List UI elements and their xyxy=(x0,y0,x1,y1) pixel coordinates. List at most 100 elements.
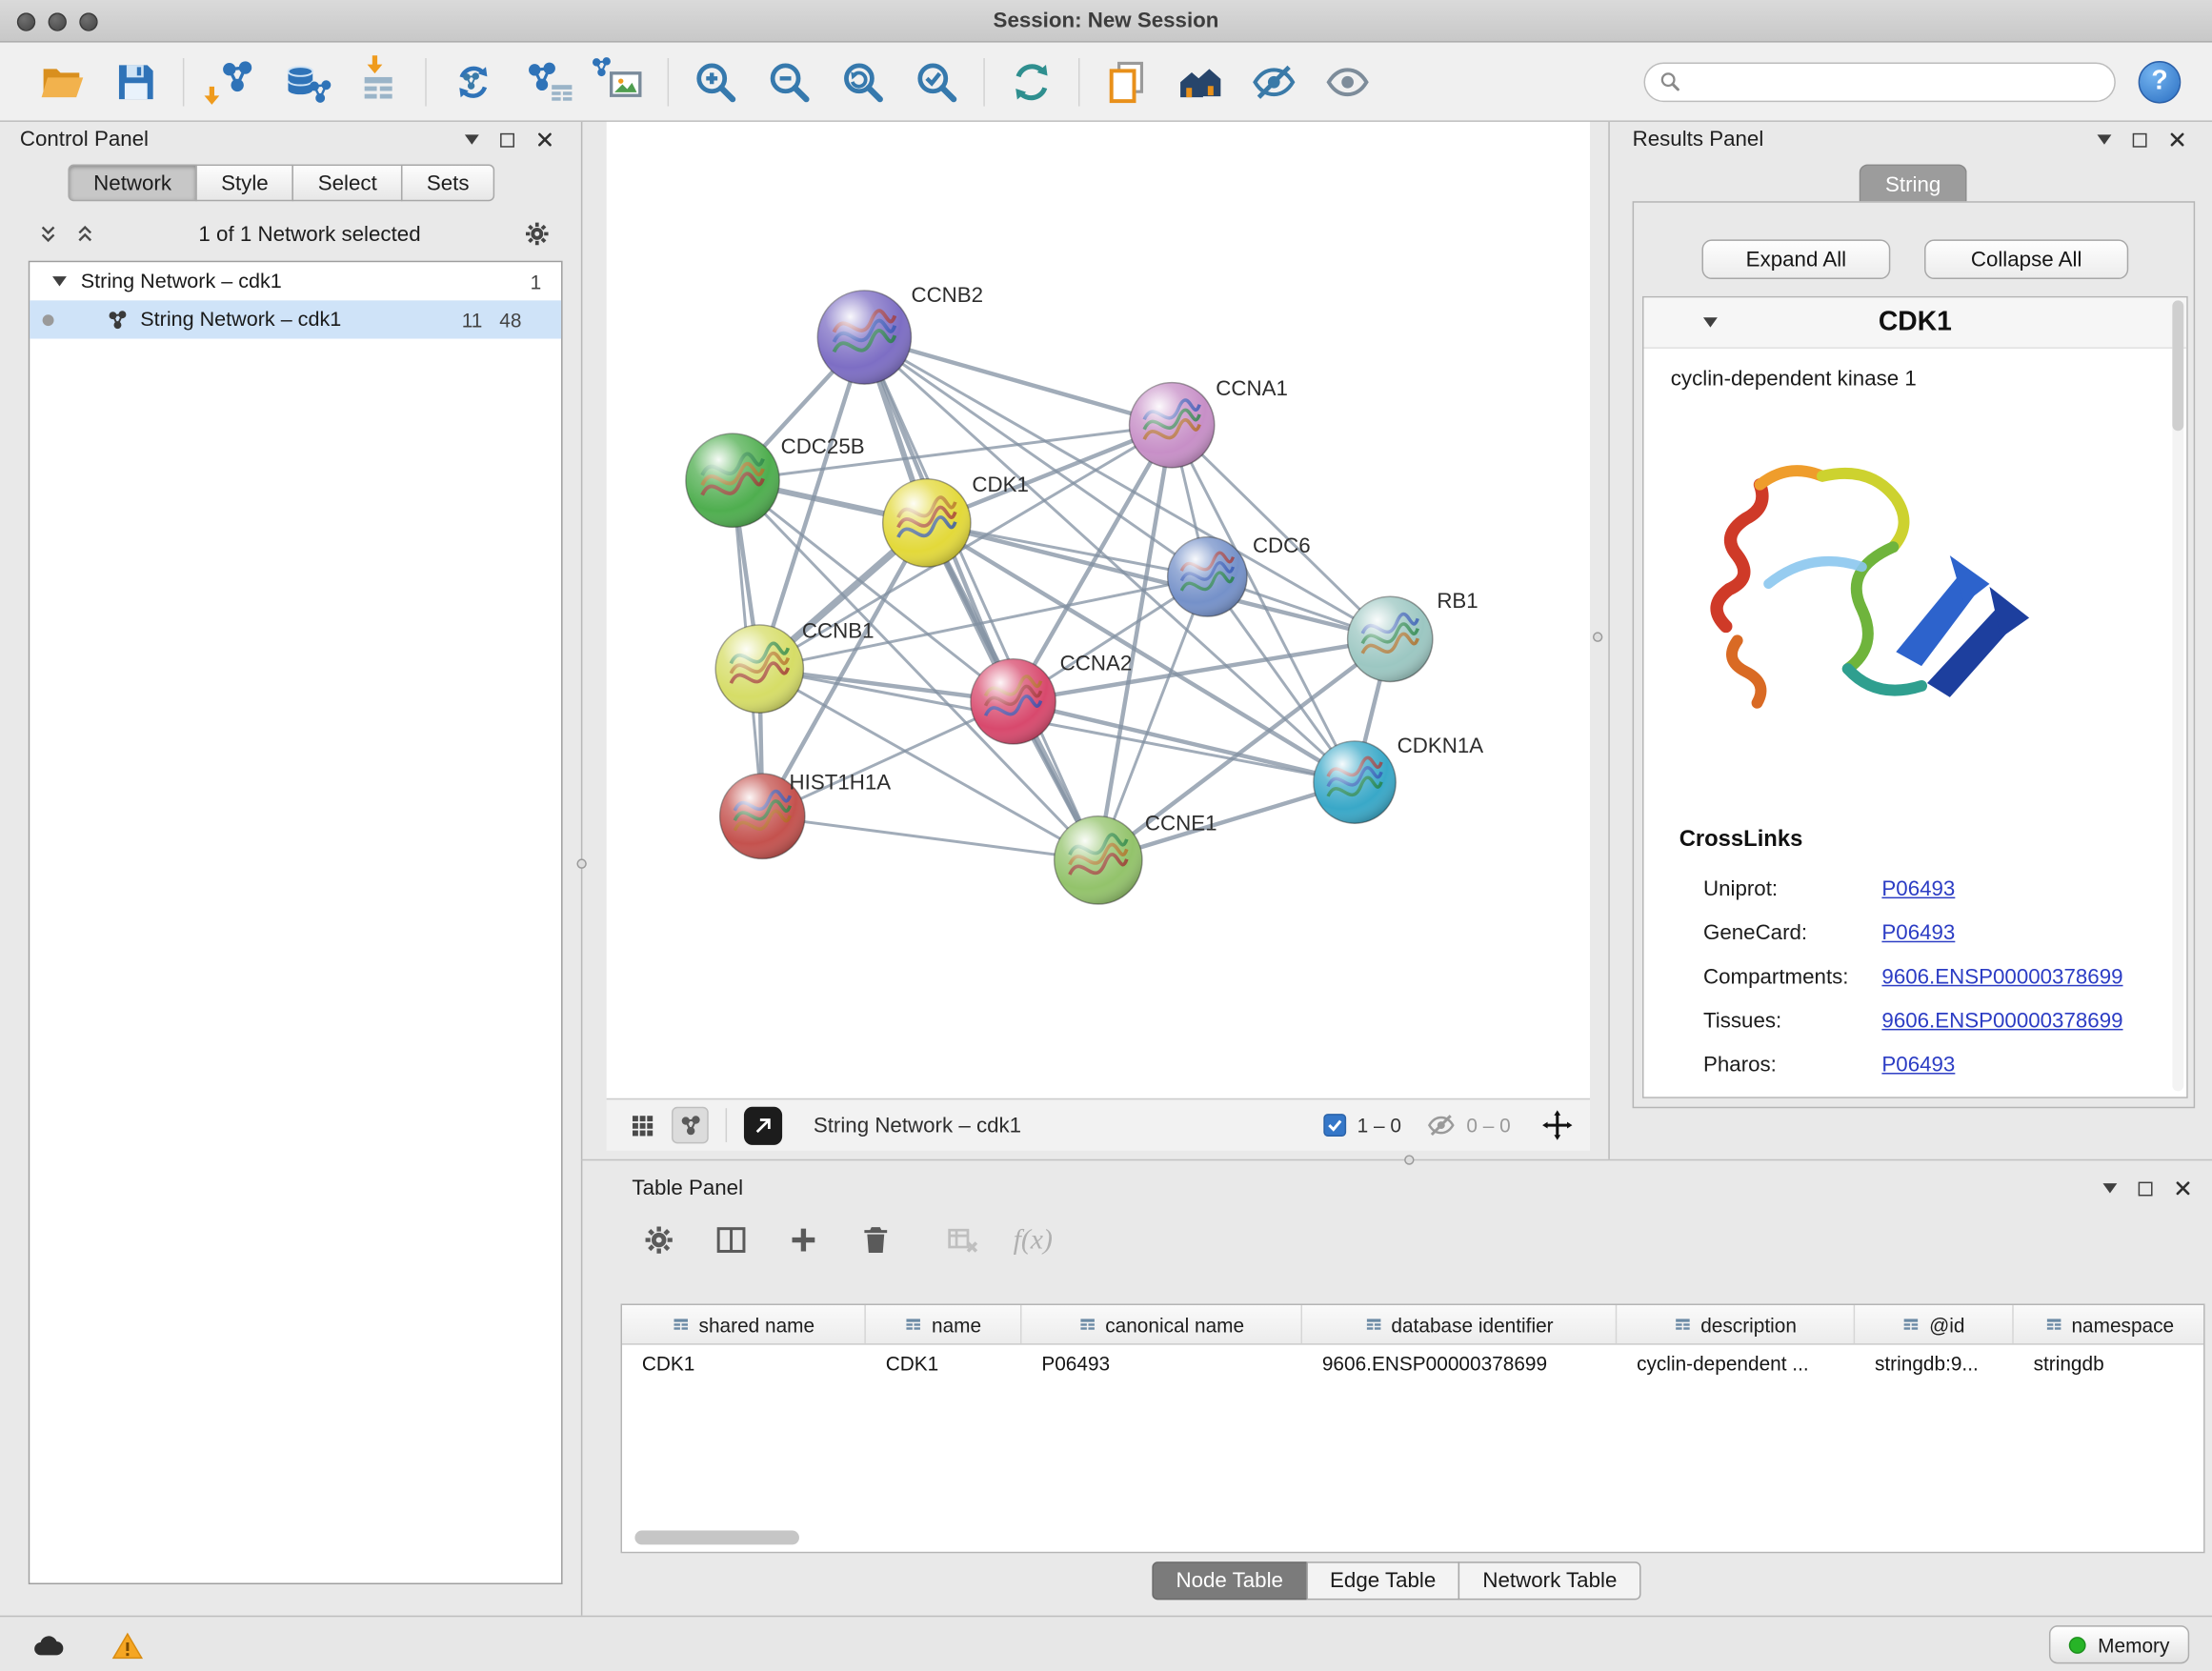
open-session-button[interactable] xyxy=(26,49,99,113)
collapse-all-networks-icon[interactable] xyxy=(37,223,60,246)
right-splitter[interactable] xyxy=(1608,122,1609,1159)
network-node-CDK1[interactable] xyxy=(883,479,971,567)
tab-sets[interactable]: Sets xyxy=(401,165,494,202)
expand-all-networks-icon[interactable] xyxy=(73,223,96,246)
control-panel-maximize-button[interactable] xyxy=(500,132,514,147)
table-options-gear-icon[interactable] xyxy=(637,1218,680,1261)
table-horizontal-scrollbar[interactable] xyxy=(634,1531,799,1545)
table-cell[interactable]: 9606.ENSP00000378699 xyxy=(1302,1345,1617,1382)
crosslink-value-link[interactable]: P06493 xyxy=(1881,877,1955,901)
network-node-CDC6[interactable] xyxy=(1168,537,1247,616)
column-header-@id[interactable]: @id xyxy=(1855,1305,2014,1343)
network-edge-HIST1H1A-CCNE1[interactable] xyxy=(762,816,1098,860)
expand-all-button[interactable]: Expand All xyxy=(1701,239,1890,279)
network-node-CCNB1[interactable] xyxy=(715,625,803,713)
table-panel-float-button[interactable] xyxy=(2102,1183,2117,1193)
column-header-namespace[interactable]: namespace xyxy=(2014,1305,2205,1343)
network-image-button[interactable] xyxy=(584,49,657,113)
copy-document-button[interactable] xyxy=(1090,49,1163,113)
network-collection-row[interactable]: String Network – cdk1 1 xyxy=(30,262,561,300)
tab-select[interactable]: Select xyxy=(292,165,403,202)
network-edge-CDK1-RB1[interactable] xyxy=(927,523,1390,639)
home-button[interactable] xyxy=(1163,49,1237,113)
bottom-splitter-handle[interactable] xyxy=(1404,1155,1414,1164)
zoom-fit-button[interactable] xyxy=(826,49,899,113)
save-session-button[interactable] xyxy=(99,49,172,113)
import-table-button[interactable] xyxy=(341,49,414,113)
column-header-name[interactable]: name xyxy=(866,1305,1022,1343)
results-panel-float-button[interactable] xyxy=(2098,134,2112,144)
results-panel-maximize-button[interactable] xyxy=(2133,132,2147,147)
network-overview-toggle[interactable] xyxy=(672,1107,709,1144)
network-options-gear-icon[interactable] xyxy=(523,220,552,249)
bottom-splitter[interactable] xyxy=(581,1159,2212,1160)
network-edge-CCNB2-CCNA1[interactable] xyxy=(864,337,1172,425)
memory-button[interactable]: Memory xyxy=(2050,1625,2190,1663)
control-panel-close-button[interactable] xyxy=(535,131,553,149)
results-panel-close-button[interactable] xyxy=(2168,131,2186,149)
table-cell[interactable]: cyclin-dependent ... xyxy=(1617,1345,1855,1382)
table-panel-maximize-button[interactable] xyxy=(2139,1181,2153,1196)
hidden-eye-icon[interactable] xyxy=(1427,1111,1456,1139)
column-header-shared-name[interactable]: shared name xyxy=(622,1305,866,1343)
minimize-window-button[interactable] xyxy=(49,12,67,30)
network-node-CCNE1[interactable] xyxy=(1055,816,1142,904)
delete-column-icon[interactable] xyxy=(855,1218,897,1261)
column-header-canonical-name[interactable]: canonical name xyxy=(1021,1305,1302,1343)
tab-network[interactable]: Network xyxy=(68,165,196,202)
crosslink-value-link[interactable]: 9606.ENSP00000378699 xyxy=(1881,1009,2122,1033)
network-edge-CCNA2-CDKN1A[interactable] xyxy=(1014,701,1355,782)
selected-checkbox-icon[interactable] xyxy=(1323,1114,1346,1137)
hide-selected-button[interactable] xyxy=(1237,49,1311,113)
cloud-icon[interactable] xyxy=(29,1627,69,1667)
create-column-icon[interactable] xyxy=(782,1218,825,1261)
import-network-file-button[interactable] xyxy=(194,49,268,113)
search-input[interactable] xyxy=(1691,70,2101,93)
table-cell[interactable]: stringdb:9... xyxy=(1855,1345,2014,1382)
search-box[interactable] xyxy=(1644,62,2116,102)
network-node-RB1[interactable] xyxy=(1348,596,1433,681)
tab-node-table[interactable]: Node Table xyxy=(1152,1561,1307,1600)
network-node-CCNB2[interactable] xyxy=(817,291,911,384)
table-cell[interactable]: stringdb xyxy=(2014,1345,2205,1382)
right-splitter-handle[interactable] xyxy=(1593,632,1602,641)
open-in-window-button[interactable] xyxy=(744,1106,782,1144)
crosslink-value-link[interactable]: P06493 xyxy=(1881,921,1955,945)
zoom-in-button[interactable] xyxy=(679,49,753,113)
network-table-button[interactable] xyxy=(511,49,584,113)
show-all-button[interactable] xyxy=(1311,49,1384,113)
grid-view-icon[interactable] xyxy=(624,1107,661,1144)
results-scrollbar[interactable] xyxy=(2172,300,2183,1091)
control-panel-float-button[interactable] xyxy=(465,134,479,144)
table-row[interactable]: CDK1CDK1P064939606.ENSP00000378699cyclin… xyxy=(622,1345,2203,1382)
zoom-out-button[interactable] xyxy=(753,49,826,113)
crosslink-value-link[interactable]: P06493 xyxy=(1881,1053,1955,1077)
tab-network-table[interactable]: Network Table xyxy=(1458,1561,1641,1600)
column-header-database-identifier[interactable]: database identifier xyxy=(1302,1305,1617,1343)
crosslink-value-link[interactable]: 9606.ENSP00000378699 xyxy=(1881,965,2122,989)
column-header-description[interactable]: description xyxy=(1617,1305,1855,1343)
table-cell[interactable]: CDK1 xyxy=(866,1345,1022,1382)
collapse-all-button[interactable]: Collapse All xyxy=(1924,239,2128,279)
table-panel-close-button[interactable] xyxy=(2174,1179,2192,1198)
pan-crosshair-icon[interactable] xyxy=(1541,1110,1573,1141)
network-node-CDC25B[interactable] xyxy=(686,433,779,527)
network-canvas[interactable]: CCNB2CCNA1CDC25BCDK1CDC6RB1CCNB1CCNA2CDK… xyxy=(607,122,1590,1098)
title-bar[interactable]: Session: New Session xyxy=(0,0,2212,43)
node-detail-header[interactable]: CDK1 xyxy=(1644,297,2187,349)
network-graph[interactable]: CCNB2CCNA1CDC25BCDK1CDC6RB1CCNB1CCNA2CDK… xyxy=(607,122,1590,1098)
zoom-selected-button[interactable] xyxy=(900,49,974,113)
table-cell[interactable]: CDK1 xyxy=(622,1345,866,1382)
new-network-button[interactable] xyxy=(436,49,510,113)
network-edge-CCNB2-CCNE1[interactable] xyxy=(864,337,1097,860)
left-splitter-handle[interactable] xyxy=(576,858,586,868)
apply-layout-button[interactable] xyxy=(995,49,1068,113)
table-cell[interactable]: P06493 xyxy=(1021,1345,1302,1382)
network-node-CCNA1[interactable] xyxy=(1130,383,1215,468)
warning-icon[interactable] xyxy=(108,1627,148,1667)
zoom-window-button[interactable] xyxy=(79,12,97,30)
network-row-selected[interactable]: String Network – cdk1 11 48 xyxy=(30,300,561,338)
tab-style[interactable]: Style xyxy=(195,165,293,202)
close-window-button[interactable] xyxy=(17,12,35,30)
tree-expander-icon[interactable] xyxy=(52,276,67,286)
